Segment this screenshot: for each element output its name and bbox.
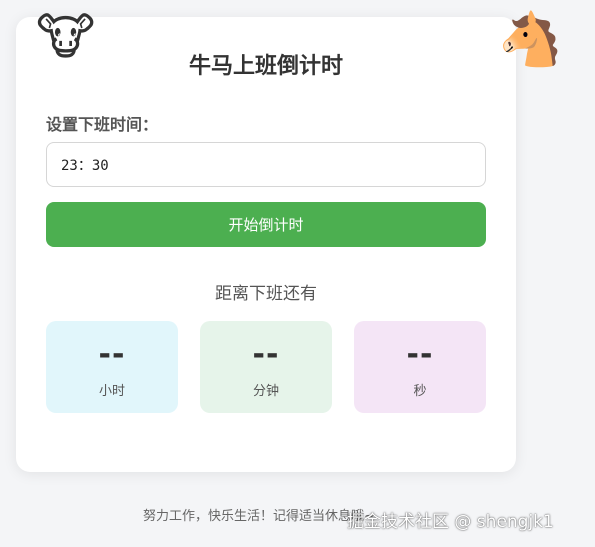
- off-work-time-input[interactable]: 23：30: [46, 142, 486, 187]
- page: 🐮 🐴 牛马上班倒计时 设置下班时间： 23：30 开始倒计时 距离下班还有 -…: [0, 0, 595, 547]
- minutes-tile: -- 分钟: [200, 321, 332, 413]
- seconds-value: --: [406, 337, 434, 372]
- time-setting-label: 设置下班时间：: [46, 115, 159, 134]
- start-countdown-button[interactable]: 开始倒计时: [46, 202, 486, 247]
- page-title: 牛马上班倒计时: [188, 54, 343, 79]
- minutes-value: --: [252, 337, 280, 372]
- remaining-label: 距离下班还有: [215, 284, 317, 304]
- time-input-value: 23：30: [61, 157, 109, 174]
- minutes-unit: 分钟: [252, 384, 279, 399]
- start-countdown-label: 开始倒计时: [228, 216, 304, 234]
- watermark: 掘金技术社区 @ shengjk1: [347, 512, 554, 532]
- hours-value: --: [98, 337, 126, 372]
- seconds-unit: 秒: [413, 384, 427, 399]
- seconds-tile: -- 秒: [354, 321, 486, 413]
- hours-unit: 小时: [98, 384, 125, 399]
- hours-tile: -- 小时: [46, 321, 178, 413]
- footer-text: 努力工作，快乐生活！记得适当休息哦~: [143, 509, 375, 524]
